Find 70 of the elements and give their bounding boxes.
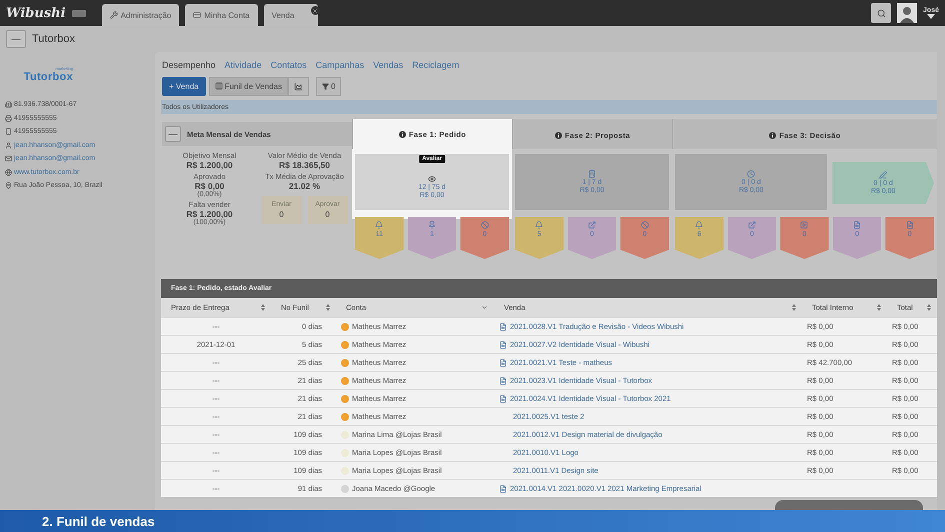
file-icon — [853, 221, 862, 229]
filter-icon — [322, 82, 329, 90]
info-icon — [554, 132, 562, 139]
bell-icon — [695, 221, 704, 229]
eye-icon — [428, 175, 436, 183]
close-icon[interactable] — [310, 6, 320, 15]
account-title: Tutorbox — [32, 33, 76, 45]
caret-icon[interactable] — [927, 14, 936, 19]
ban-icon — [480, 221, 489, 229]
avatar[interactable] — [897, 3, 918, 23]
ban-icon — [640, 221, 649, 229]
phone-icon — [5, 128, 12, 136]
nav-tab[interactable]: Vendas — [373, 60, 404, 70]
stat-value: R$ 1.200,00 — [186, 209, 233, 219]
stat-value: R$ 0,00 — [194, 181, 224, 191]
new-sale-button[interactable]: + Venda — [162, 76, 206, 96]
top-tab[interactable]: Administração — [102, 4, 180, 26]
nav-tab[interactable]: Contatos — [270, 60, 307, 70]
nav-tab[interactable]: Desempenho — [162, 60, 216, 70]
search-icon — [876, 8, 886, 18]
funnel-view-button[interactable]: Funil de Vendas — [208, 76, 288, 96]
stat-value: R$ 1.200,00 — [186, 160, 233, 170]
collapse-button[interactable]: — — [6, 30, 26, 48]
play-icon — [800, 221, 808, 229]
wrench-icon — [110, 11, 118, 19]
search-button[interactable] — [871, 3, 892, 23]
sort-icon[interactable] — [481, 304, 488, 311]
app-logo[interactable]: Wibushi — [6, 6, 66, 20]
nav-tab[interactable]: Reciclagem — [412, 60, 460, 70]
info-icon — [398, 130, 406, 138]
bell-icon — [535, 221, 544, 229]
external-link-icon — [588, 221, 596, 229]
filter-button[interactable]: 0 — [316, 76, 342, 96]
clock-icon — [747, 170, 756, 178]
counter-value: 0 — [325, 210, 330, 219]
globe-icon — [5, 168, 12, 176]
fax-icon — [5, 114, 12, 122]
version-badge — [72, 10, 86, 16]
chart-view-button[interactable] — [288, 76, 309, 96]
pen-icon — [879, 171, 888, 179]
counter-value: 0 — [279, 210, 284, 219]
card-icon — [193, 11, 202, 19]
tab-label: Venda — [272, 10, 294, 20]
stat-value: 21.02 % — [288, 181, 320, 191]
caption-text: 2. Funil de vendas — [42, 514, 155, 528]
calculator-icon — [588, 170, 596, 178]
map-pin-icon — [5, 182, 12, 190]
top-tab[interactable]: Venda — [264, 4, 318, 26]
mail-icon — [5, 155, 12, 162]
tab-label: Administração — [120, 10, 172, 20]
file-icon — [906, 221, 914, 229]
sort-icon[interactable] — [261, 304, 265, 311]
columns-icon — [214, 82, 223, 90]
sort-icon[interactable] — [326, 304, 330, 311]
collapse-button[interactable]: — — [165, 126, 181, 142]
user-icon — [5, 142, 12, 149]
bell-icon — [375, 221, 384, 229]
top-tab[interactable]: Minha Conta — [185, 4, 258, 26]
sort-icon[interactable] — [792, 304, 796, 311]
chart-icon — [294, 82, 303, 90]
external-link-icon — [748, 221, 756, 229]
pin-icon — [428, 221, 436, 229]
sort-icon[interactable] — [877, 304, 881, 311]
nav-tab[interactable]: Atividade — [224, 60, 262, 70]
building-icon — [5, 101, 12, 108]
sort-icon[interactable] — [927, 304, 931, 311]
nav-tab[interactable]: Campanhas — [316, 60, 364, 70]
tab-label: Minha Conta — [204, 10, 250, 20]
info-icon — [769, 132, 776, 139]
stat-value: R$ 18.365,50 — [278, 160, 330, 170]
